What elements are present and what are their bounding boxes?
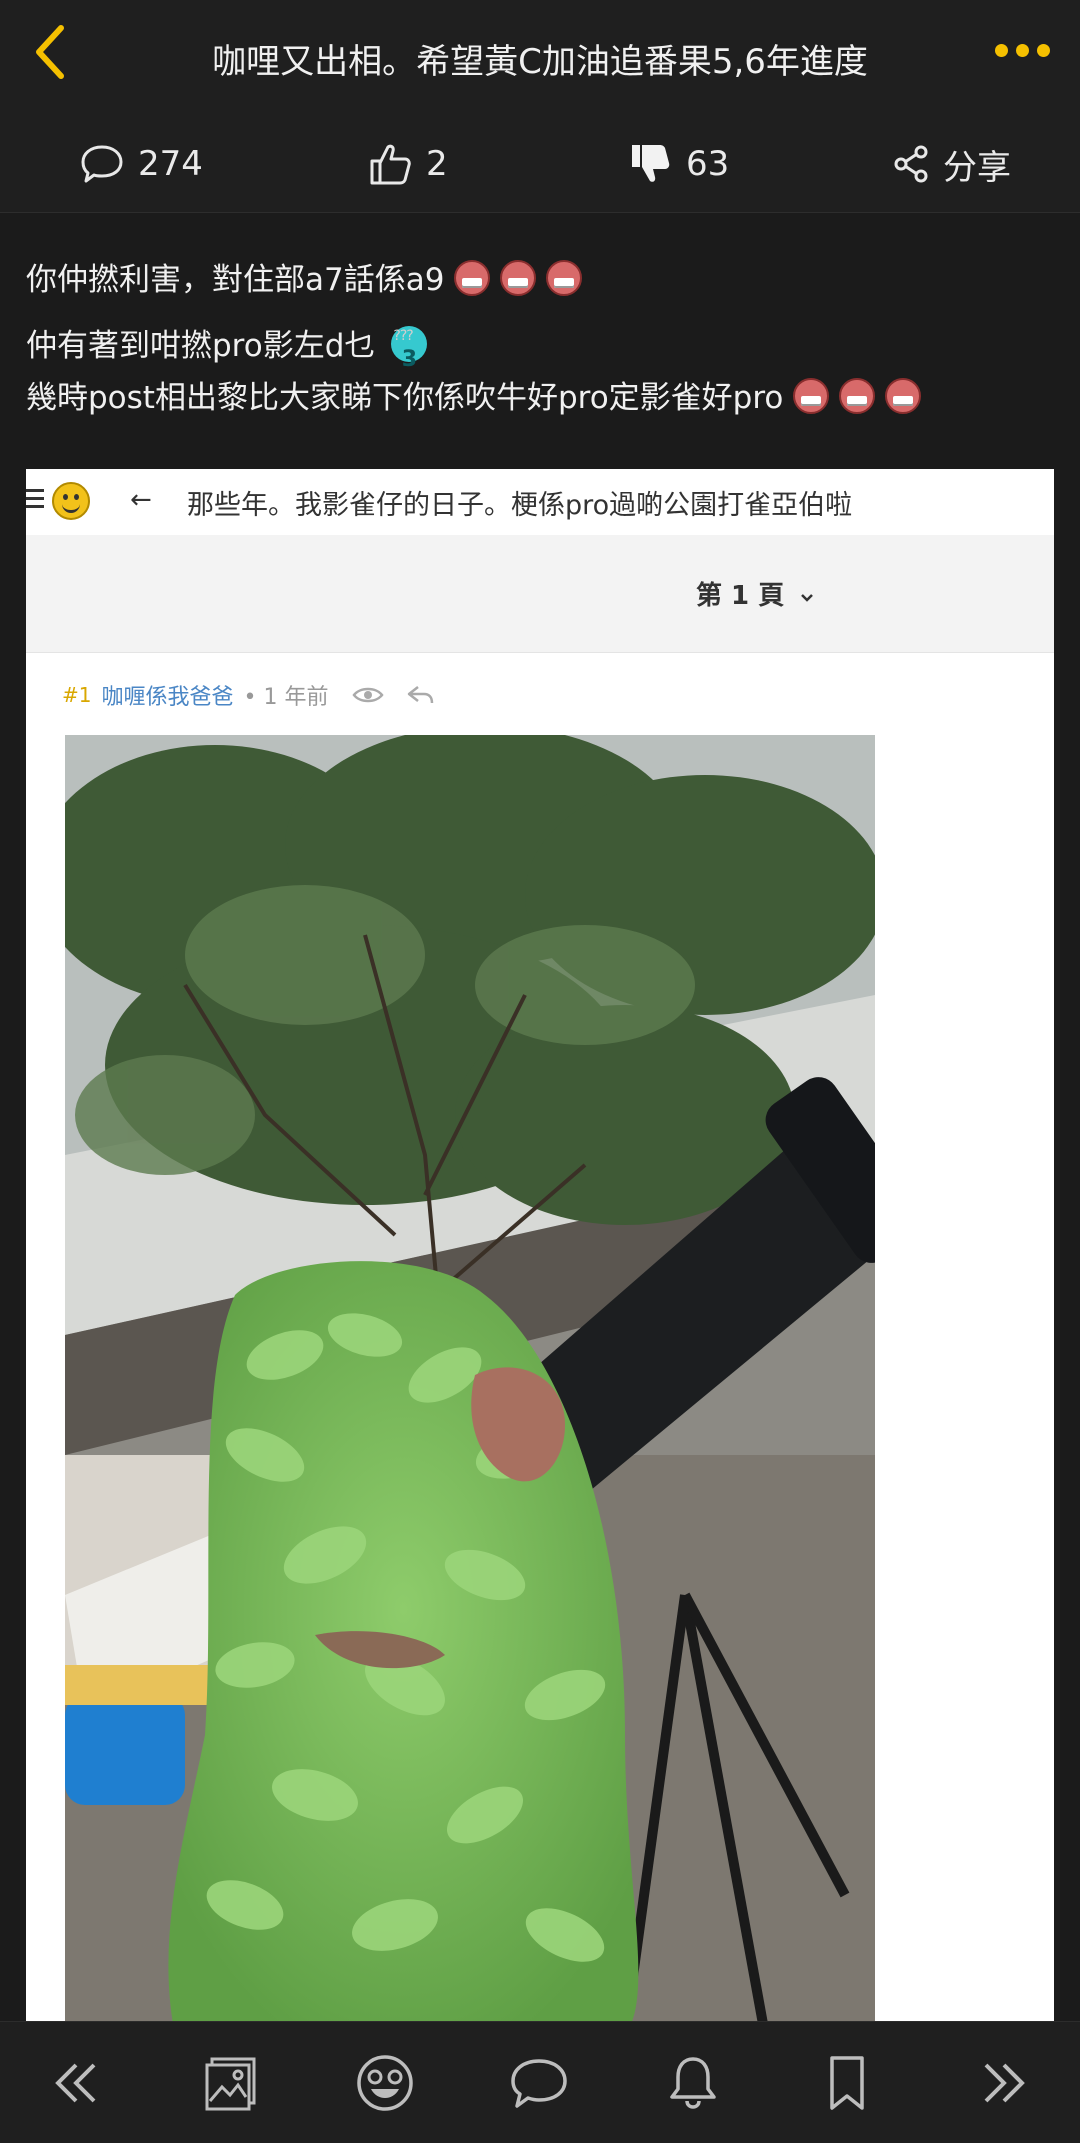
grimace-emoji-icon (500, 260, 537, 296)
image-mode-button[interactable] (196, 2050, 266, 2116)
chevron-down-icon (801, 594, 814, 602)
dislike-button[interactable]: 63 (628, 134, 729, 194)
page-title: 咖哩又出相。希望黃C加油追番果5,6年進度 (212, 42, 868, 82)
grimace-emoji-icon (793, 378, 830, 414)
camouflage-photo-art (65, 735, 875, 2021)
speech-bubble-icon (511, 2059, 567, 2108)
thumbs-down-icon (632, 145, 670, 182)
chevron-left-icon (36, 25, 64, 79)
post-text: 你仲撚利害，對住部a7話係a9 (26, 262, 445, 298)
bookmark-button[interactable] (812, 2050, 882, 2116)
post-text: 仲有著到咁撚pro影左d乜 (26, 328, 376, 364)
notification-button[interactable] (658, 2050, 728, 2116)
grimace-emoji-icon (546, 260, 583, 296)
speech-bubble-icon (81, 145, 123, 183)
share-button[interactable]: 分享 (893, 134, 1011, 194)
comment-count: 274 (138, 144, 203, 184)
post-line: 幾時post相出黎比大家睇下你係吹牛好pro定影雀好pro (26, 368, 1056, 428)
post-line: 仲有著到咁撚pro影左d乜 (26, 306, 1056, 390)
image-icon (205, 2057, 256, 2111)
stats-bar: 274 2 63 分享 (0, 116, 1080, 213)
smiley-logo-icon (52, 482, 90, 520)
menu-icon (26, 489, 44, 511)
first-page-button[interactable] (42, 2050, 112, 2116)
double-chevron-left-icon (55, 2063, 96, 2103)
left-arrow-icon: ← (130, 485, 152, 515)
embedded-username: 咖喱係我爸爸 (101, 685, 234, 710)
thumbs-up-icon (370, 144, 411, 185)
bottom-toolbar (0, 2021, 1080, 2143)
more-options-button[interactable] (982, 30, 1062, 70)
last-page-button[interactable] (968, 2050, 1038, 2116)
grimace-emoji-icon (839, 378, 876, 414)
grimace-emoji-icon (454, 260, 491, 296)
eye-icon (352, 687, 385, 703)
embedded-reply-meta: #1 咖喱係我爸爸 • 1 年前 (62, 679, 434, 711)
reply-button[interactable] (504, 2050, 574, 2116)
embedded-header: ← 那些年。我影雀仔的日子。梗係pro過啲公園打雀亞伯啦 (26, 469, 1054, 536)
dislike-count: 63 (686, 144, 730, 184)
more-dots-icon (994, 43, 1008, 57)
post-image[interactable]: ← 那些年。我影雀仔的日子。梗係pro過啲公園打雀亞伯啦 第 1 頁 #1 咖喱… (26, 469, 1054, 2021)
camouflage-photo (65, 735, 875, 2021)
comments-button[interactable]: 274 (80, 134, 203, 194)
share-icon (894, 145, 928, 183)
top-bar: 咖哩又出相。希望黃C加油追番果5,6年進度 (0, 0, 1080, 116)
post-body: 你仲撚利害，對住部a7話係a9 仲有著到咁撚pro影左d乜 幾時post相出黎比… (26, 250, 1056, 428)
embedded-page-selector: 第 1 頁 (696, 575, 815, 612)
confused-emoji-icon (391, 306, 428, 390)
like-count: 2 (426, 144, 448, 184)
reply-number: #1 (62, 683, 92, 707)
back-button[interactable] (20, 22, 80, 82)
embedded-thread-title: 那些年。我影雀仔的日子。梗係pro過啲公園打雀亞伯啦 (187, 490, 853, 521)
reply-arrow-icon (408, 686, 434, 704)
bell-icon (670, 2057, 716, 2109)
double-chevron-right-icon (984, 2063, 1025, 2103)
bookmark-icon (830, 2056, 864, 2110)
post-line: 你仲撚利害，對住部a7話係a9 (26, 250, 1056, 310)
embedded-page-bar: 第 1 頁 (26, 535, 1054, 653)
emoji-icon (357, 2055, 413, 2111)
emoji-button[interactable] (350, 2050, 420, 2116)
share-label: 分享 (943, 147, 1011, 188)
like-button[interactable]: 2 (368, 134, 448, 194)
grimace-emoji-icon (885, 378, 922, 414)
embedded-time: • 1 年前 (243, 685, 329, 710)
